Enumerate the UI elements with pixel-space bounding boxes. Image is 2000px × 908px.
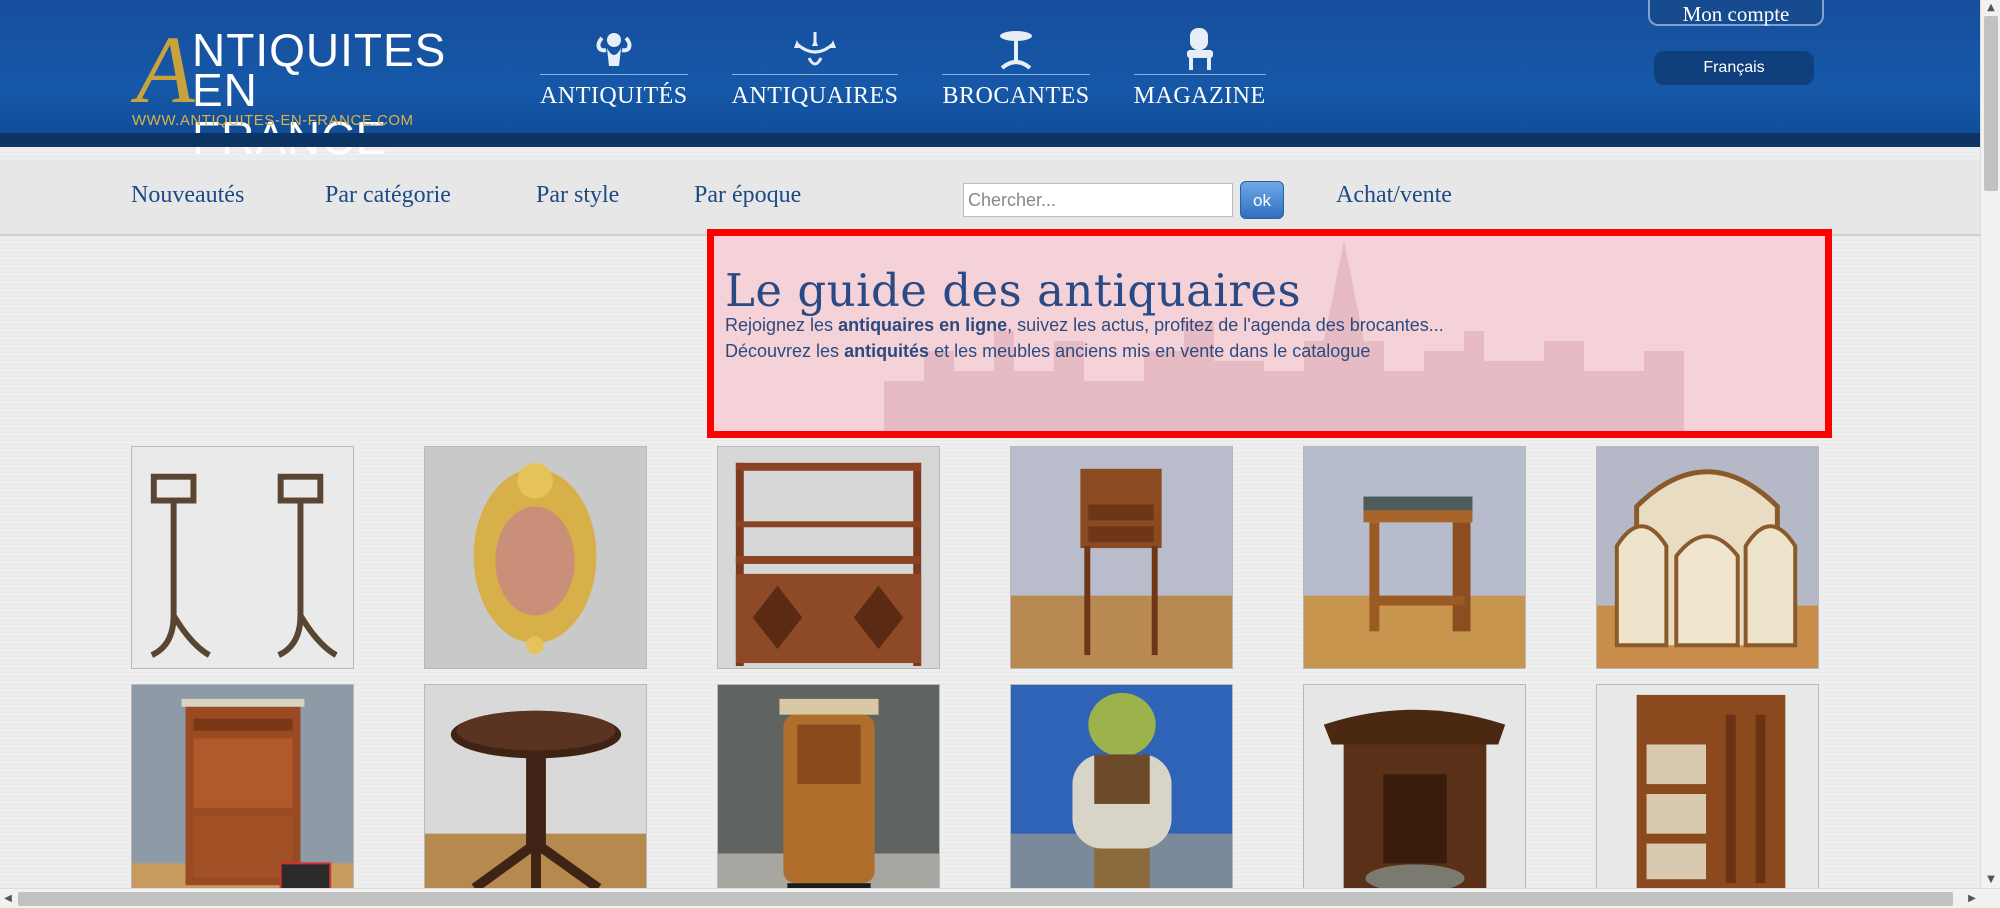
intro-line-2: Découvrez les antiquités et les meubles … [725, 341, 1370, 362]
intro-text-segment: et les meubles anciens mis en vente dans… [929, 341, 1371, 361]
main-nav-label: ANTIQUITÉS [540, 83, 688, 109]
intro-text-segment: Découvrez les [725, 341, 845, 361]
page-viewport: A NTIQUITES EN FRANCE WWW.ANTIQUITES-EN-… [0, 0, 1980, 888]
vertical-scroll-thumb[interactable] [1984, 16, 1998, 191]
vertical-scrollbar[interactable]: ▲ ▼ [1980, 0, 2000, 888]
my-account-button[interactable]: Mon compte [1648, 0, 1824, 26]
intro-link-antiquaires[interactable]: antiquaires en ligne [838, 315, 1007, 335]
site-logo[interactable]: A NTIQUITES EN FRANCE WWW.ANTIQUITES-EN-… [128, 16, 448, 163]
horizontal-scrollbar[interactable]: ◀ ▶ [0, 888, 2000, 908]
sub-nav-by-era[interactable]: Par époque [694, 182, 801, 209]
nav-divider [540, 74, 688, 75]
logo-letter-a: A [136, 16, 195, 123]
logo-url: WWW.ANTIQUITES-EN-FRANCE.COM [132, 112, 414, 129]
product-thumbnail-art-deco-table[interactable] [1303, 446, 1526, 669]
product-thumbnail-round-table[interactable] [424, 684, 647, 888]
main-nav-antiquaires[interactable]: ANTIQUAIRES [731, 24, 899, 110]
armchair-icon [1183, 24, 1217, 72]
product-thumbnail-salon-chairs[interactable] [1596, 446, 1819, 669]
search-input[interactable] [963, 183, 1233, 217]
main-nav-antiquites[interactable]: ANTIQUITÉS [540, 24, 688, 110]
nav-divider [1133, 74, 1266, 75]
product-thumbnail-wall-ornament[interactable] [424, 446, 647, 669]
product-thumbnail-ogre-statue[interactable] [1010, 684, 1233, 888]
main-nav-label: ANTIQUAIRES [731, 83, 899, 109]
product-thumbnail-nightstand[interactable] [717, 684, 940, 888]
main-nav-magazine[interactable]: MAGAZINE [1133, 24, 1266, 110]
intro-title: Le guide des antiquaires [725, 264, 1302, 317]
intro-link-antiquites[interactable]: antiquités [844, 341, 929, 361]
sub-nav-by-style[interactable]: Par style [536, 182, 619, 209]
product-grid [131, 446, 1819, 888]
product-thumbnail-carved-cabinet[interactable] [1303, 684, 1526, 888]
main-nav: ANTIQUITÉS ANTIQUAIRES BROCANTES MAGAZIN… [540, 24, 1266, 110]
chandelier-icon [791, 24, 839, 72]
main-nav-brocantes[interactable]: BROCANTES [942, 24, 1090, 110]
nav-divider [942, 74, 1090, 75]
cherub-icon [594, 24, 634, 72]
nav-divider [731, 74, 899, 75]
product-thumbnail-side-table[interactable] [1010, 446, 1233, 669]
search-submit-button[interactable]: ok [1240, 181, 1284, 219]
sub-nav-by-category[interactable]: Par catégorie [325, 182, 451, 209]
product-thumbnail-secretaire[interactable] [131, 684, 354, 888]
scroll-down-arrow-icon[interactable]: ▼ [1981, 872, 2000, 888]
language-selector[interactable]: Français [1654, 51, 1814, 85]
intro-text-segment: Rejoignez les [725, 315, 839, 335]
product-thumbnail-wall-shelf[interactable] [717, 446, 940, 669]
intro-line-1: Rejoignez les antiquaires en ligne, suiv… [725, 315, 1444, 336]
intro-text-segment: , suivez les actus, profitez de l'agenda… [1007, 315, 1444, 335]
sub-nav-buy-sell[interactable]: Achat/vente [1336, 182, 1452, 209]
sub-nav-new[interactable]: Nouveautés [131, 182, 244, 209]
intro-panel: Le guide des antiquaires Rejoignez les a… [707, 229, 1832, 438]
scroll-right-arrow-icon[interactable]: ▶ [1964, 889, 1980, 908]
main-nav-label: MAGAZINE [1133, 83, 1266, 109]
scroll-left-arrow-icon[interactable]: ◀ [0, 889, 16, 908]
product-thumbnail-andirons[interactable] [131, 446, 354, 669]
horizontal-scroll-thumb[interactable] [18, 892, 1953, 906]
product-thumbnail-revolving-bookcase[interactable] [1596, 684, 1819, 888]
main-nav-label: BROCANTES [942, 83, 1090, 109]
site-header: A NTIQUITES EN FRANCE WWW.ANTIQUITES-EN-… [0, 0, 1980, 163]
gueridon-table-icon [996, 24, 1036, 72]
scroll-up-arrow-icon[interactable]: ▲ [1981, 0, 2000, 16]
